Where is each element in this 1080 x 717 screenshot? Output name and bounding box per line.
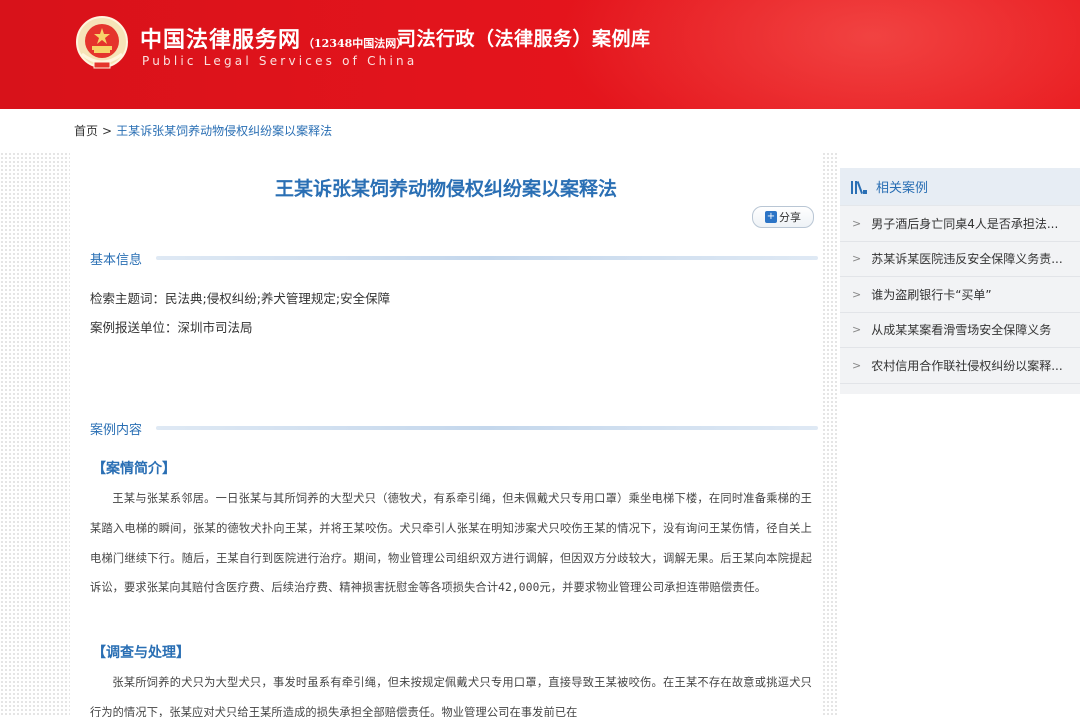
share-button[interactable]: + 分享	[752, 206, 814, 228]
site-header: 中国法律服务网 （12348中国法网） Public Legal Services…	[0, 0, 1080, 109]
breadcrumb-current[interactable]: 王某诉张某饲养动物侵权纠纷案以案释法	[116, 124, 332, 138]
related-case-item[interactable]: > 农村信用合作联社侵权纠纷以案释...	[840, 348, 1080, 384]
site-name-sub: （12348中国法网）	[303, 37, 408, 50]
breadcrumb-home[interactable]: 首页	[74, 124, 98, 138]
chevron-right-icon: >	[852, 252, 862, 266]
chevron-right-icon: >	[852, 323, 862, 337]
related-case-link[interactable]: 谁为盗刷银行卡“买单”	[871, 286, 991, 303]
plus-share-icon: +	[765, 211, 777, 223]
investigation-text: 张某所饲养的犬只为大型犬只，事发时虽系有牵引绳，但未按规定佩戴犬只专用口罩，直接…	[90, 676, 812, 717]
submitter-row: 案例报送单位：深圳市司法局	[90, 320, 253, 335]
related-case-link[interactable]: 男子酒后身亡同桌4人是否承担法...	[871, 215, 1058, 232]
site-name-en: Public Legal Services of China	[142, 54, 418, 68]
section-divider	[156, 256, 818, 260]
breadcrumb: 首页 > 王某诉张某饲养动物侵权纠纷案以案释法	[74, 122, 332, 139]
related-case-item[interactable]: > 谁为盗刷银行卡“买单”	[840, 277, 1080, 313]
case-content-label: 案例内容	[90, 422, 143, 438]
related-case-link[interactable]: 从成某某案看滑雪场安全保障义务	[871, 321, 1051, 338]
related-case-item[interactable]: > 从成某某案看滑雪场安全保障义务	[840, 313, 1080, 348]
section-divider	[156, 426, 818, 430]
site-title[interactable]: 中国法律服务网 （12348中国法网）	[140, 22, 407, 54]
related-case-item[interactable]: > 苏某诉某医院违反安全保障义务责...	[840, 242, 1080, 277]
dotted-background-mid	[822, 152, 838, 717]
bars-icon	[851, 180, 867, 194]
chevron-right-icon: >	[852, 216, 862, 230]
article-panel: 王某诉张某饲养动物侵权纠纷案以案释法 + 分享 基本信息 检索主题词：民法典;侵…	[70, 152, 822, 717]
related-cases-header: 相关案例	[840, 168, 1080, 206]
site-name: 中国法律服务网	[140, 27, 302, 53]
chevron-right-icon: >	[852, 287, 862, 301]
related-case-link[interactable]: 农村信用合作联社侵权纠纷以案释...	[871, 357, 1062, 374]
chevron-right-icon: >	[852, 358, 862, 372]
article-title: 王某诉张某饲养动物侵权纠纷案以案释法	[274, 178, 617, 200]
keywords-row: 检索主题词：民法典;侵权纠纷;养犬管理规定;安全保障	[90, 291, 391, 306]
case-intro-heading: 【案情简介】	[92, 461, 176, 477]
section-title[interactable]: 司法行政（法律服务）案例库	[397, 24, 651, 51]
national-emblem-icon	[76, 16, 128, 69]
related-case-item[interactable]: > 男子酒后身亡同桌4人是否承担法...	[840, 206, 1080, 242]
basic-info-label: 基本信息	[90, 252, 143, 268]
case-content-header: 案例内容	[90, 418, 818, 438]
related-case-link[interactable]: 苏某诉某医院违反安全保障义务责...	[871, 250, 1062, 267]
share-label: 分享	[779, 211, 801, 224]
dotted-background-left	[0, 152, 70, 717]
investigation-heading: 【调查与处理】	[92, 645, 190, 661]
related-cases-sidebar: 相关案例 > 男子酒后身亡同桌4人是否承担法... > 苏某诉某医院违反安全保障义务…	[840, 168, 1080, 394]
related-cases-list: > 男子酒后身亡同桌4人是否承担法... > 苏某诉某医院违反安全保障义务责... …	[840, 206, 1080, 384]
related-cases-title: 相关案例	[876, 181, 929, 196]
breadcrumb-separator: >	[102, 124, 113, 138]
basic-info-header: 基本信息	[90, 248, 818, 268]
case-intro-text: 王某与张某系邻居。一日张某与其所饲养的大型犬只（德牧犬，有系牵引绳，但未佩戴犬只…	[90, 492, 812, 595]
header-glow	[560, 0, 1080, 109]
